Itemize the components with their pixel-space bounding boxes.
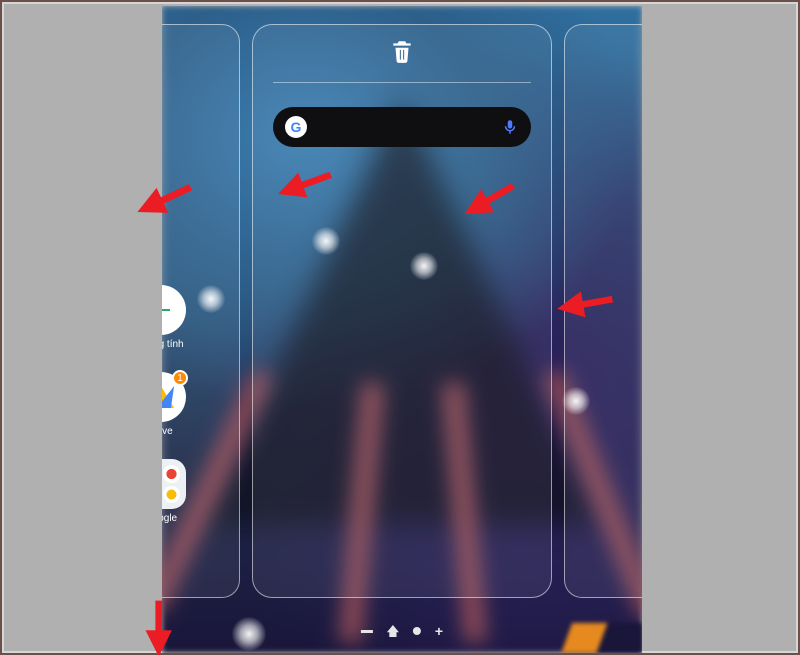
folder-icon [162, 459, 186, 509]
app-label: Drive [162, 426, 173, 437]
add-page-icon[interactable]: + [435, 624, 443, 638]
tutorial-frame: Trang tính 1 Drive Google [0, 0, 800, 655]
page-indicator[interactable]: + [361, 624, 443, 638]
homescreen-page-right[interactable] [564, 24, 642, 598]
mic-icon[interactable] [501, 118, 519, 136]
phone-screenshot: Trang tính 1 Drive Google [162, 6, 642, 653]
home-page-icon[interactable] [387, 625, 399, 637]
sheets-icon [162, 285, 186, 335]
trash-icon[interactable] [389, 37, 415, 70]
app-label: Google [162, 513, 177, 524]
homescreen-page-center[interactable]: G [252, 24, 552, 598]
homescreen-page-left[interactable]: Trang tính 1 Drive Google [162, 24, 240, 598]
notification-badge: 1 [172, 370, 188, 386]
divider [273, 82, 531, 83]
google-g-icon: G [285, 116, 307, 138]
drive-icon: 1 [162, 372, 186, 422]
app-drive[interactable]: 1 Drive [162, 372, 196, 437]
remove-page-icon[interactable] [361, 630, 373, 633]
app-google-folder[interactable]: Google [162, 459, 196, 524]
google-search-widget[interactable]: G [273, 107, 531, 147]
page-dot-icon[interactable] [413, 627, 421, 635]
wallpaper-accent [552, 623, 642, 653]
search-input[interactable] [315, 120, 493, 135]
app-label: Trang tính [162, 339, 184, 350]
app-sheets[interactable]: Trang tính [162, 285, 196, 350]
